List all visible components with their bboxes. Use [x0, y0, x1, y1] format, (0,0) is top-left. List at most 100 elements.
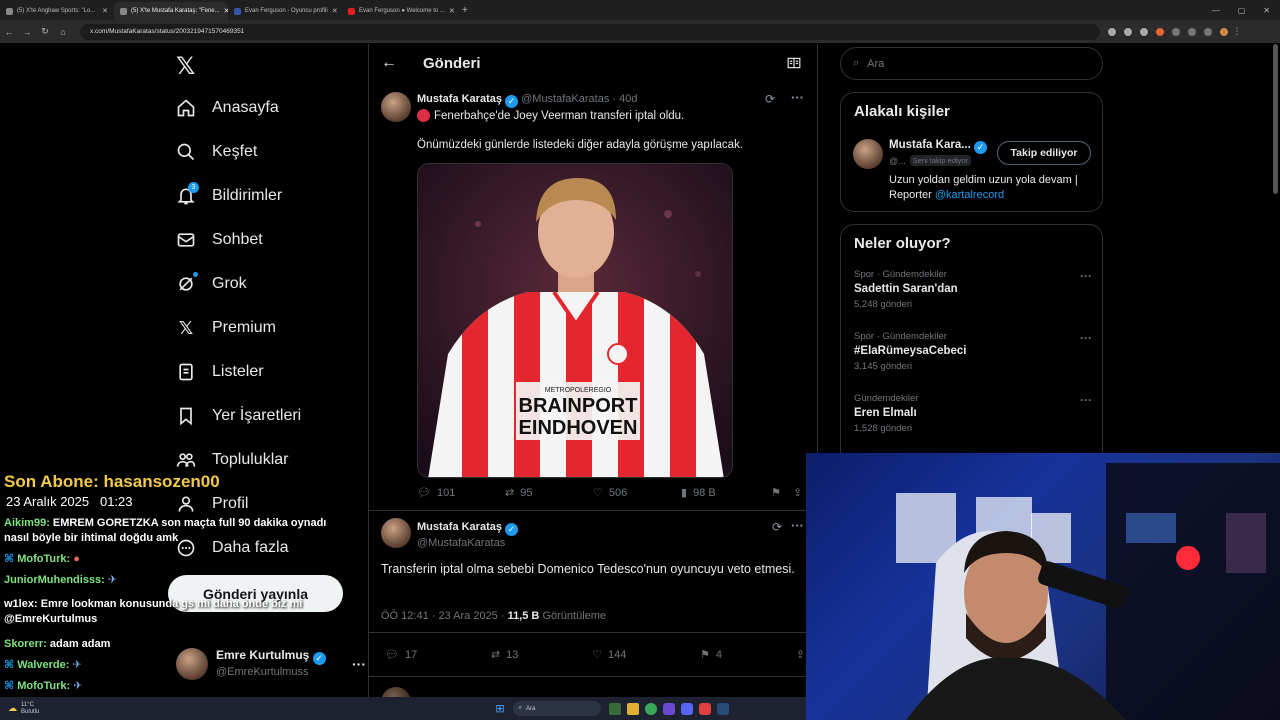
maximize-icon[interactable]: ▢ [1238, 6, 1246, 15]
chat-message: ⌘ MofoTurk: ● [4, 553, 80, 565]
close-icon[interactable]: ✕ [449, 7, 455, 15]
share-button[interactable]: ⇪ [793, 486, 807, 499]
taskbar-app-icon[interactable] [698, 702, 711, 715]
tweet-meta: ÖÖ 12:41 · 23 Ara 2025 · 11,5 B Görüntül… [381, 610, 607, 622]
zoom-icon[interactable] [1108, 27, 1116, 36]
forward-icon[interactable]: → [18, 27, 36, 37]
minimize-icon[interactable]: — [1212, 6, 1220, 15]
tweet-author[interactable]: Mustafa Karataş ✓ @MustafaKaratas · 40d [417, 93, 637, 108]
verified-icon: ✓ [974, 141, 988, 154]
chat-message: Skorerr: adam adam [4, 638, 111, 650]
retweet-icon: ⇄ [490, 649, 501, 661]
more-dots-icon[interactable]: ··· [1080, 269, 1092, 283]
window-close-icon[interactable]: ✕ [1263, 6, 1270, 15]
browser-tab[interactable]: Evan Ferguson ● Welcome to ... ✕ [342, 2, 456, 20]
reply-button[interactable]: 💬︎ 101 [417, 486, 505, 500]
nav-item-notifications[interactable]: 3 Bildirimler [176, 182, 282, 206]
trends-card: Neler oluyor? Spor · Gündemdekiler Sadet… [840, 224, 1103, 464]
reload-icon[interactable]: ↻ [36, 26, 54, 37]
home-icon[interactable]: ⌂ [54, 27, 72, 37]
stream-chat: Aikim99: EMREM GORETZKA son maçta full 9… [0, 514, 360, 694]
share-button[interactable]: ⇪ [796, 648, 805, 661]
weather-widget[interactable]: ☁ 11°C Bulutlu [8, 702, 39, 716]
avatar[interactable] [853, 139, 883, 169]
nav-item-home[interactable]: Anasayfa [176, 98, 279, 118]
extension-icon[interactable] [1172, 27, 1180, 36]
trend-item[interactable]: Gündemdekiler Eren Elmalı 1.528 gönderi … [854, 393, 1092, 434]
bookmark-button[interactable]: ⚑ 4 [700, 648, 722, 662]
chrome-icon[interactable] [644, 702, 657, 715]
trend-item[interactable]: Spor · Gündemdekiler #ElaRümeysaCebeci 3… [854, 331, 1092, 372]
nav-item-messages[interactable]: Sohbet [176, 230, 263, 250]
discord-icon[interactable] [680, 702, 693, 715]
nav-item-profile[interactable]: Profil [176, 494, 248, 514]
emote-icon: ✈ [72, 659, 82, 671]
nav-item-premium[interactable]: 𝕏 Premium [176, 318, 276, 338]
nav-item-bookmarks[interactable]: Yer İşaretleri [176, 406, 301, 426]
share-icon[interactable] [1124, 27, 1132, 36]
taskbar: ☁ 11°C Bulutlu ⊞ ⌕ Ara [0, 697, 806, 720]
emote-icon: ● [73, 553, 80, 565]
views-button[interactable]: ▮ 98 B [681, 486, 771, 500]
following-button[interactable]: Takip ediliyor [997, 141, 1091, 165]
retweet-icon: ⇄ [505, 487, 515, 499]
like-button[interactable]: ♡ 506 [593, 486, 681, 500]
mail-icon [176, 230, 196, 250]
search-input[interactable]: ⌕ Ara [840, 47, 1103, 80]
scrollbar[interactable] [1273, 44, 1278, 194]
close-icon[interactable]: ✕ [102, 7, 108, 15]
back-arrow-icon[interactable]: ← [381, 54, 397, 72]
reader-icon[interactable] [787, 56, 801, 75]
close-icon[interactable]: ✕ [332, 7, 338, 15]
browser-tab-active[interactable]: (5) X'te Mustafa Karataş: "Fene... ✕ [114, 2, 228, 20]
card-title: Alakalı kişiler [854, 103, 950, 120]
related-user-bio: Uzun yoldan geldim uzun yola devam | Rep… [889, 174, 1078, 201]
more-dots-icon[interactable]: ··· [1080, 393, 1092, 407]
avatar[interactable] [381, 518, 411, 548]
more-dots-icon[interactable]: ··· [791, 518, 804, 533]
nav-item-grok[interactable]: Grok [176, 272, 247, 294]
extensions-puzzle-icon[interactable] [1188, 27, 1196, 36]
nav-item-communities[interactable]: Topluluklar [176, 450, 288, 470]
jersey-sponsor-line2: EINDHOVEN [519, 417, 638, 439]
star-icon[interactable] [1140, 27, 1148, 36]
url-bar[interactable]: x.com/MustafaKaratas/status/200321947157… [80, 23, 1100, 40]
trend-item[interactable]: Spor · Gündemdekiler Sadettin Saran'dan … [854, 269, 1092, 310]
like-button[interactable]: ♡ 144 [592, 648, 626, 662]
taskbar-search[interactable]: ⌕ Ara [512, 701, 601, 716]
steam-icon[interactable] [716, 702, 729, 715]
browser-tab[interactable]: Evan Ferguson - Oyuncu profili ✕ [228, 2, 342, 20]
new-tab-icon[interactable]: + [462, 5, 468, 16]
bookmark-button[interactable]: ⚑ [771, 486, 793, 499]
browser-tab[interactable]: (5) X'te Anghaw Sports: "Lo... ✕ [0, 2, 114, 20]
avatar[interactable] [381, 92, 411, 122]
file-explorer-icon[interactable] [626, 702, 639, 715]
retweet-button[interactable]: ⇄ 13 [490, 648, 518, 662]
taskbar-app-icon[interactable] [608, 702, 621, 715]
badge-icon: ⌘ [4, 659, 18, 671]
more-dots-icon[interactable]: ··· [1080, 331, 1092, 345]
tweet-image[interactable]: METROPOLEREGIO BRAINPORT EINDHOVEN [417, 163, 733, 478]
windows-start-icon[interactable]: ⊞ [495, 702, 504, 715]
tweet-author[interactable]: Mustafa Karataş ✓ @MustafaKaratas [417, 520, 519, 551]
grok-analyze-icon[interactable]: ⟳ [772, 520, 782, 534]
x-logo-icon[interactable]: 𝕏 [176, 52, 195, 81]
extension-icon[interactable] [1156, 27, 1164, 36]
browser-toolbar: ← → ↻ ⌂ x.com/MustafaKaratas/status/2003… [0, 20, 1280, 43]
sidebar-icon[interactable] [1204, 27, 1212, 36]
retweet-button[interactable]: ⇄ 95 [505, 486, 593, 500]
nav-item-lists[interactable]: Listeler [176, 362, 264, 382]
grok-analyze-icon[interactable]: ⟳ [765, 92, 775, 106]
related-user-name[interactable]: Mustafa Kara... ✓ [889, 139, 988, 154]
menu-dots-icon[interactable]: ⋮ [1228, 26, 1246, 37]
reply-button[interactable]: 💬︎ 17 [385, 648, 417, 662]
taskbar-app-icon[interactable] [662, 702, 675, 715]
nav-item-explore[interactable]: Keşfet [176, 142, 257, 162]
chat-message: JuniorMuhendisss: ✈ [4, 574, 118, 586]
share-icon: ⇪ [795, 649, 805, 661]
page-title: Gönderi [423, 55, 481, 72]
back-icon[interactable]: ← [0, 27, 18, 37]
more-dots-icon[interactable]: ··· [791, 90, 804, 105]
site-favicon-icon [234, 7, 241, 15]
profile-avatar[interactable] [1220, 27, 1228, 36]
